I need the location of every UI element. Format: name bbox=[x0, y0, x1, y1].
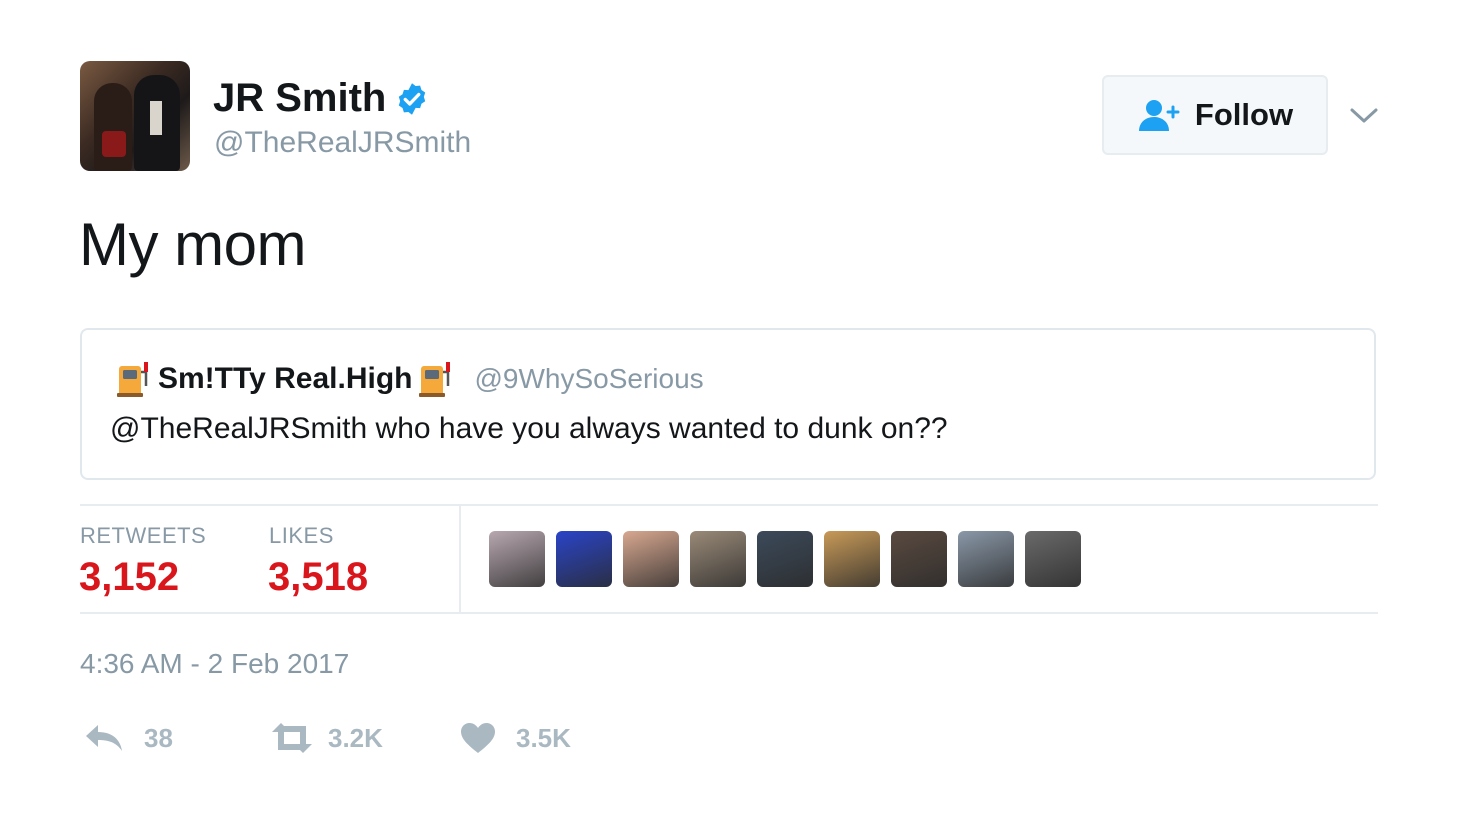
verified-badge-icon bbox=[399, 82, 426, 115]
retweet-action[interactable]: 3.2K bbox=[268, 722, 383, 754]
liker-avatar[interactable] bbox=[891, 531, 947, 587]
reply-count: 38 bbox=[144, 722, 173, 753]
follow-button-label: Follow bbox=[1194, 97, 1294, 132]
retweet-count: 3.2K bbox=[328, 722, 383, 753]
fuel-pump-emoji-icon bbox=[117, 362, 148, 397]
like-count: 3.5K bbox=[516, 722, 571, 753]
reply-icon bbox=[86, 725, 122, 751]
author-display-name[interactable]: JR Smith bbox=[213, 76, 386, 121]
author-avatar[interactable] bbox=[80, 61, 190, 171]
tweet-text: My mom bbox=[79, 211, 306, 278]
fuel-pump-emoji-icon bbox=[419, 362, 451, 397]
follow-button[interactable]: Follow bbox=[1102, 75, 1328, 155]
liker-avatar[interactable] bbox=[824, 531, 880, 587]
quoted-tweet[interactable]: Sm!TTy Real.High @9WhySoSerious @TheReal… bbox=[80, 328, 1376, 480]
liker-avatar[interactable] bbox=[1025, 531, 1081, 587]
divider bbox=[80, 504, 1378, 506]
liker-avatar[interactable] bbox=[556, 531, 612, 587]
like-action[interactable]: 3.5K bbox=[460, 722, 571, 754]
liker-avatar[interactable] bbox=[623, 531, 679, 587]
retweet-icon bbox=[272, 723, 312, 753]
liker-avatars bbox=[489, 531, 1081, 587]
likes-label[interactable]: LIKES bbox=[269, 523, 334, 549]
quoted-handle[interactable]: @9WhySoSerious bbox=[474, 363, 703, 395]
liker-avatar[interactable] bbox=[958, 531, 1014, 587]
quoted-display-name[interactable]: Sm!TTy Real.High bbox=[158, 362, 412, 396]
liker-avatar[interactable] bbox=[757, 531, 813, 587]
quoted-tweet-header: Sm!TTy Real.High @9WhySoSerious bbox=[116, 360, 704, 398]
likes-count[interactable]: 3,518 bbox=[268, 555, 368, 600]
liker-avatar[interactable] bbox=[489, 531, 545, 587]
divider bbox=[80, 612, 1378, 614]
reply-action[interactable]: 38 bbox=[84, 722, 173, 754]
author-handle[interactable]: @TheRealJRSmith bbox=[214, 126, 471, 160]
author-name-row[interactable]: JR Smith bbox=[213, 76, 430, 121]
heart-icon bbox=[461, 723, 495, 753]
divider bbox=[459, 505, 461, 613]
retweets-count[interactable]: 3,152 bbox=[79, 555, 179, 600]
chevron-down-icon[interactable] bbox=[1346, 100, 1382, 130]
liker-avatar[interactable] bbox=[690, 531, 746, 587]
quoted-tweet-text: @TheRealJRSmith who have you always want… bbox=[110, 412, 948, 445]
retweets-label[interactable]: RETWEETS bbox=[80, 523, 206, 549]
tweet-timestamp[interactable]: 4:36 AM - 2 Feb 2017 bbox=[80, 648, 349, 680]
add-user-icon bbox=[1138, 100, 1180, 131]
